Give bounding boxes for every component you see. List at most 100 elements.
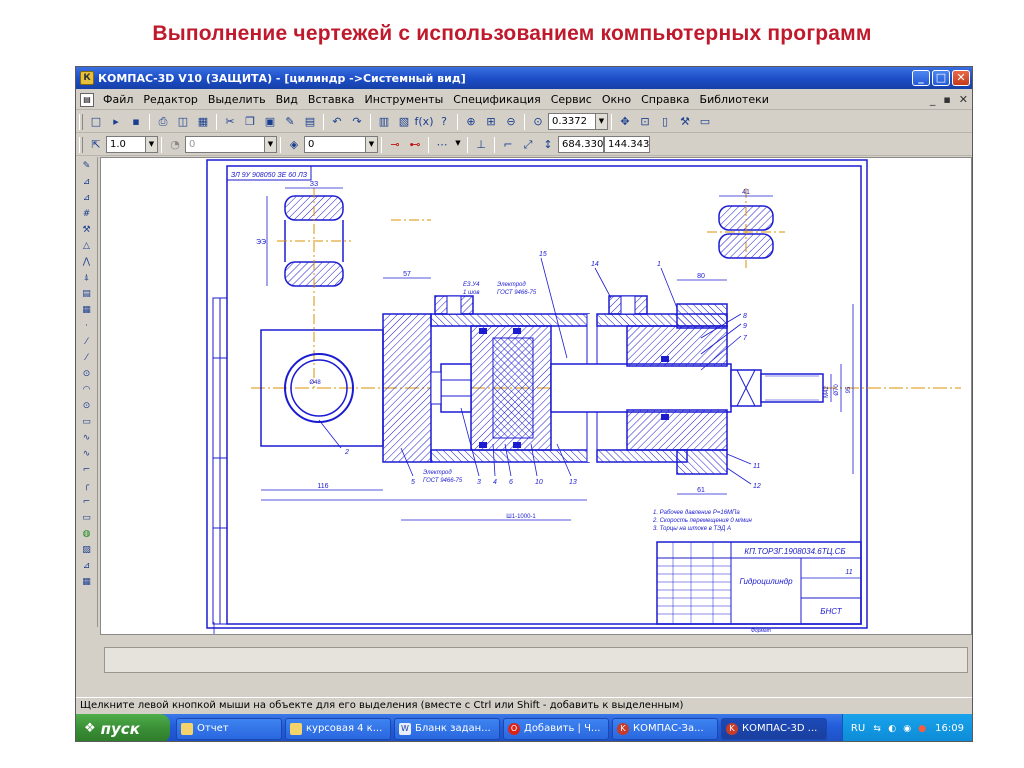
- pan-icon[interactable]: ✥: [616, 113, 634, 131]
- zoom-out-icon[interactable]: ⊖: [502, 113, 520, 131]
- maximize-button[interactable]: □: [932, 70, 950, 86]
- save-icon[interactable]: ▪: [127, 113, 145, 131]
- paste-icon[interactable]: ▣: [261, 113, 279, 131]
- chamfer-tool-icon[interactable]: ⌐: [78, 463, 96, 477]
- segment-tool-icon[interactable]: ⁄: [78, 351, 96, 365]
- point-tool-icon[interactable]: ·: [78, 319, 96, 333]
- redo-icon[interactable]: ↷: [348, 113, 366, 131]
- dimensions-tool-icon[interactable]: ⊿: [78, 175, 96, 189]
- print-icon[interactable]: ⎙: [154, 113, 172, 131]
- menu-tools[interactable]: Инструменты: [360, 93, 449, 106]
- new-file-icon[interactable]: □: [87, 113, 105, 131]
- kompas-app-icon[interactable]: К: [80, 71, 94, 85]
- task-blank[interactable]: W Бланк задан...: [394, 717, 500, 740]
- edit-tool-icon[interactable]: #: [78, 207, 96, 221]
- clock[interactable]: 16:09: [935, 723, 964, 734]
- zoom-dropdown-icon[interactable]: ▼: [596, 113, 608, 130]
- volume-icon[interactable]: ◐: [886, 723, 898, 735]
- collection-tool-icon[interactable]: ⊿: [78, 559, 96, 573]
- help-icon[interactable]: ?: [435, 113, 453, 131]
- parametrization-tool-icon[interactable]: ⚒: [78, 223, 96, 237]
- network-icon[interactable]: ⇆: [871, 723, 883, 735]
- minimize-button[interactable]: _: [912, 70, 930, 86]
- measure-tool-icon[interactable]: △: [78, 239, 96, 253]
- angle-dropdown-icon[interactable]: ▼: [265, 136, 277, 153]
- tree-icon[interactable]: ▥: [375, 113, 393, 131]
- coord-x-field[interactable]: 684.330: [558, 136, 604, 153]
- scale-input[interactable]: 1.0: [106, 136, 146, 153]
- close-button[interactable]: ✕: [952, 70, 970, 86]
- snap-settings-icon[interactable]: ⊷: [406, 136, 424, 154]
- contour-tool-icon[interactable]: ⌐: [78, 495, 96, 509]
- zoom-scale-icon[interactable]: ⊙: [529, 113, 547, 131]
- antivirus-icon[interactable]: ●: [916, 723, 928, 735]
- local-cs-icon[interactable]: ⊥: [472, 136, 490, 154]
- select-tool-icon[interactable]: ⋀: [78, 255, 96, 269]
- property-panel-field[interactable]: [104, 647, 968, 673]
- document-icon[interactable]: ▤: [80, 92, 94, 107]
- format-painter-icon[interactable]: ✎: [281, 113, 299, 131]
- properties-icon[interactable]: ▦: [194, 113, 212, 131]
- language-indicator[interactable]: RU: [851, 723, 865, 734]
- menu-editor[interactable]: Редактор: [138, 93, 203, 106]
- circle-tool-icon[interactable]: ⊙: [78, 367, 96, 381]
- tools-icon[interactable]: ⚒: [676, 113, 694, 131]
- spec-tool-icon[interactable]: ▤: [78, 287, 96, 301]
- variables-icon[interactable]: f(x): [415, 113, 434, 131]
- cursor-icon[interactable]: ⤢: [519, 136, 537, 154]
- task-kursovaya[interactable]: курсовая 4 к...: [285, 717, 391, 740]
- show-all-icon[interactable]: ⊡: [636, 113, 654, 131]
- menu-specification[interactable]: Спецификация: [448, 93, 545, 106]
- zoom-in-icon[interactable]: ⊕: [462, 113, 480, 131]
- grid-icon[interactable]: ⋯: [433, 136, 451, 154]
- menu-window[interactable]: Окно: [597, 93, 636, 106]
- layer-input[interactable]: 0: [304, 136, 366, 153]
- library-icon[interactable]: ▧: [395, 113, 413, 131]
- menu-view[interactable]: Вид: [271, 93, 303, 106]
- security-icon[interactable]: ◉: [901, 723, 913, 735]
- screen-icon[interactable]: ▭: [696, 113, 714, 131]
- ortho-icon[interactable]: ⌐: [499, 136, 517, 154]
- task-kompas-1[interactable]: K КОМПАС-За...: [612, 717, 718, 740]
- window-titlebar[interactable]: К КОМПАС-3D V10 (ЗАЩИТА) - [цилиндр ->Си…: [76, 67, 972, 89]
- doc-close-button[interactable]: ✕: [955, 93, 972, 106]
- grid-dropdown-icon[interactable]: ▼: [452, 136, 464, 153]
- menu-insert[interactable]: Вставка: [303, 93, 360, 106]
- task-kompas-2[interactable]: K КОМПАС-3D ...: [721, 717, 827, 740]
- fillet-tool-icon[interactable]: ╭: [78, 479, 96, 493]
- menu-file[interactable]: Файл: [98, 93, 138, 106]
- angle-input[interactable]: 0: [185, 136, 265, 153]
- rectangle-tool-icon[interactable]: ▭: [78, 415, 96, 429]
- menu-help[interactable]: Справка: [636, 93, 694, 106]
- copy-icon[interactable]: ❐: [241, 113, 259, 131]
- task-otchet[interactable]: Отчет: [176, 717, 282, 740]
- start-button[interactable]: ❖ пуск: [76, 714, 170, 741]
- cut-icon[interactable]: ✂: [221, 113, 239, 131]
- scale-dropdown-icon[interactable]: ▼: [146, 136, 158, 153]
- doc-restore-button[interactable]: ▪: [939, 93, 954, 106]
- geometry-tool-icon[interactable]: ✎: [78, 159, 96, 173]
- refresh-icon[interactable]: ▯: [656, 113, 674, 131]
- menu-service[interactable]: Сервис: [546, 93, 597, 106]
- macro-tool-icon[interactable]: ◍: [78, 527, 96, 541]
- layer-dropdown-icon[interactable]: ▼: [366, 136, 378, 153]
- hatch-tool-icon[interactable]: ▨: [78, 543, 96, 557]
- print-preview-icon[interactable]: ◫: [174, 113, 192, 131]
- drawing-canvas[interactable]: ЗЛ 9У 908050 ЗЕ 60 ЛЗ ЗЗ ЭЭ Ø48 116 41 5…: [100, 157, 972, 635]
- zoom-window-icon[interactable]: ⊞: [482, 113, 500, 131]
- open-file-icon[interactable]: ▸: [107, 113, 125, 131]
- task-dobavit[interactable]: O Добавить | Ч...: [503, 717, 609, 740]
- menu-select[interactable]: Выделить: [203, 93, 271, 106]
- designations-tool-icon[interactable]: ⊿: [78, 191, 96, 205]
- polyline-tool-icon[interactable]: ∿: [78, 447, 96, 461]
- associative-tool-icon[interactable]: ⍋: [78, 271, 96, 285]
- ellipse-tool-icon[interactable]: ⊙: [78, 399, 96, 413]
- doc-minimize-button[interactable]: _: [926, 93, 940, 106]
- aux-line-tool-icon[interactable]: ⁄: [78, 335, 96, 349]
- frame-tool-icon[interactable]: ▭: [78, 511, 96, 525]
- undo-icon[interactable]: ↶: [328, 113, 346, 131]
- manager-icon[interactable]: ▤: [301, 113, 319, 131]
- coord-y-field[interactable]: 144.343: [604, 136, 650, 153]
- fill-tool-icon[interactable]: ▦: [78, 575, 96, 589]
- snap-icon[interactable]: ⊸: [386, 136, 404, 154]
